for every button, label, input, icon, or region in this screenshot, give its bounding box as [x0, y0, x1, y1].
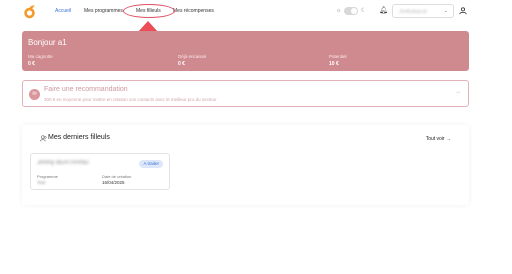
recommendation-icon: ✉ [29, 89, 40, 100]
logo-icon[interactable] [22, 4, 37, 19]
see-all-label: Tout voir [425, 136, 445, 142]
bell-icon[interactable]: 🔔︎ [379, 6, 388, 16]
theme-toggle[interactable]: ☼ ☾ [336, 6, 370, 16]
programme-label: Programme [37, 174, 58, 179]
see-all-link[interactable]: Tout voir → [426, 136, 451, 142]
section-title: Mes derniers filleuls [48, 134, 110, 141]
annotation-ellipse [123, 4, 175, 18]
greeting-title: Bonjour a1 [28, 38, 67, 47]
people-icon [40, 135, 47, 142]
recommendation-card[interactable]: ✉ Faire une recommandation 300 € en moye… [22, 80, 469, 107]
filleul-name: Jimmy BERTRAND [37, 160, 89, 166]
nav-item-mes-recompenses[interactable]: Mes récompenses [173, 8, 214, 14]
programme-value: Test [37, 180, 46, 185]
nav-item-mes-programmes[interactable]: Mes programmes [84, 8, 123, 14]
moon-icon: ☾ [361, 8, 367, 14]
stat-label-potentiel: Potentiel [329, 54, 347, 59]
stat-value-potentiel: 10 € [329, 61, 339, 67]
top-navbar: Accueil Mes programmes Mes filleuls Mes … [0, 0, 512, 24]
status-badge: A traiter [139, 160, 163, 168]
nav-item-accueil[interactable]: Accueil [55, 8, 71, 14]
account-select[interactable]: Jimfbalepcal ⌄ [392, 4, 454, 18]
user-icon[interactable] [459, 7, 467, 15]
filleuls-section: Mes derniers filleuls Tout voir → Jimmy … [22, 125, 469, 205]
stat-label-encaisse: Déjà encaissé [178, 54, 207, 59]
page: Accueil Mes programmes Mes filleuls Mes … [0, 0, 512, 274]
recommendation-title: Faire une recommandation [44, 86, 128, 93]
stat-value-encaisse: 0 € [178, 61, 185, 67]
theme-switch[interactable] [344, 7, 358, 15]
chevron-down-icon: ⌄ [443, 8, 448, 14]
greeting-banner: Bonjour a1 Ma cagnotte 0 € Déjà encaissé… [22, 31, 469, 71]
date-value: 16/04/2025 [102, 180, 125, 185]
arrow-right-icon: → [455, 89, 461, 95]
stat-value-cagnotte: 0 € [28, 61, 35, 67]
filleul-card[interactable]: Jimmy BERTRAND A traiter Programme Test … [30, 153, 170, 190]
stat-label-cagnotte: Ma cagnotte [28, 54, 53, 59]
account-name: Jimfbalepcal [399, 9, 427, 15]
sun-icon: ☼ [336, 8, 342, 14]
recommendation-subtitle: 300 € en moyenne pour mettre en relation… [44, 97, 217, 102]
date-label: Date de création [102, 174, 132, 179]
